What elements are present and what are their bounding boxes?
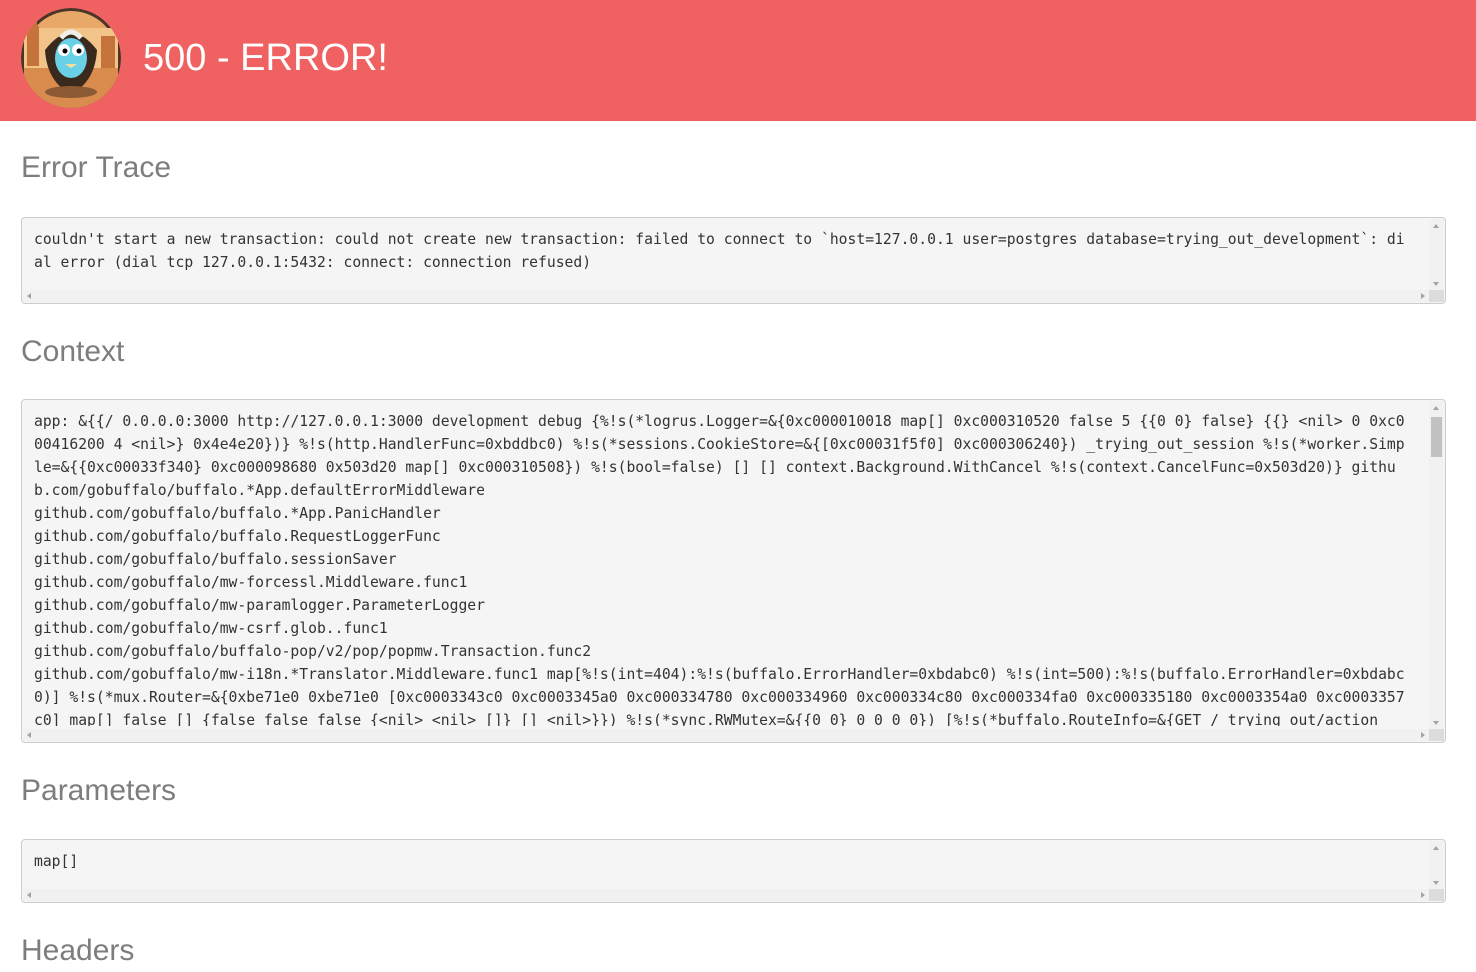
scroll-up-arrow-icon[interactable] [1433, 224, 1439, 228]
context-text: app: &{{/ 0.0.0.0:3000 http://127.0.0.1:… [34, 413, 1405, 726]
error-trace-text: couldn't start a new transaction: could … [34, 231, 1405, 271]
parameters-heading: Parameters [21, 774, 177, 807]
scrollbar-corner [1429, 729, 1444, 741]
horizontal-scrollbar[interactable] [23, 889, 1429, 901]
horizontal-scrollbar[interactable] [23, 729, 1429, 741]
horizontal-scrollbar[interactable] [23, 290, 1429, 302]
page-title: 500 - ERROR! [143, 37, 388, 79]
scrollbar-thumb[interactable] [1431, 417, 1442, 457]
scroll-left-arrow-icon[interactable] [27, 293, 31, 299]
headers-heading: Headers [21, 934, 135, 967]
scroll-down-arrow-icon[interactable] [1433, 282, 1439, 286]
scroll-right-arrow-icon[interactable] [1421, 732, 1425, 738]
scroll-down-arrow-icon[interactable] [1433, 881, 1439, 885]
parameters-text: map[] [34, 853, 79, 870]
scroll-right-arrow-icon[interactable] [1421, 892, 1425, 898]
vertical-scrollbar[interactable] [1429, 841, 1444, 890]
scroll-up-arrow-icon[interactable] [1433, 406, 1439, 410]
scroll-right-arrow-icon[interactable] [1421, 293, 1425, 299]
scroll-down-arrow-icon[interactable] [1433, 721, 1439, 725]
header-bar: 500 - ERROR! [0, 0, 1476, 121]
scrollbar-corner [1429, 290, 1444, 302]
gobuffalo-logo-icon [21, 8, 121, 108]
error-trace-heading: Error Trace [21, 151, 172, 184]
error-trace-box[interactable]: couldn't start a new transaction: could … [21, 217, 1446, 304]
context-box[interactable]: app: &{{/ 0.0.0.0:3000 http://127.0.0.1:… [21, 399, 1446, 743]
scroll-left-arrow-icon[interactable] [27, 732, 31, 738]
parameters-box[interactable]: map[] [21, 839, 1446, 903]
scroll-up-arrow-icon[interactable] [1433, 846, 1439, 850]
scrollbar-corner [1429, 889, 1444, 901]
vertical-scrollbar[interactable] [1429, 401, 1444, 730]
vertical-scrollbar[interactable] [1429, 219, 1444, 291]
scroll-left-arrow-icon[interactable] [27, 892, 31, 898]
context-heading: Context [21, 335, 125, 368]
